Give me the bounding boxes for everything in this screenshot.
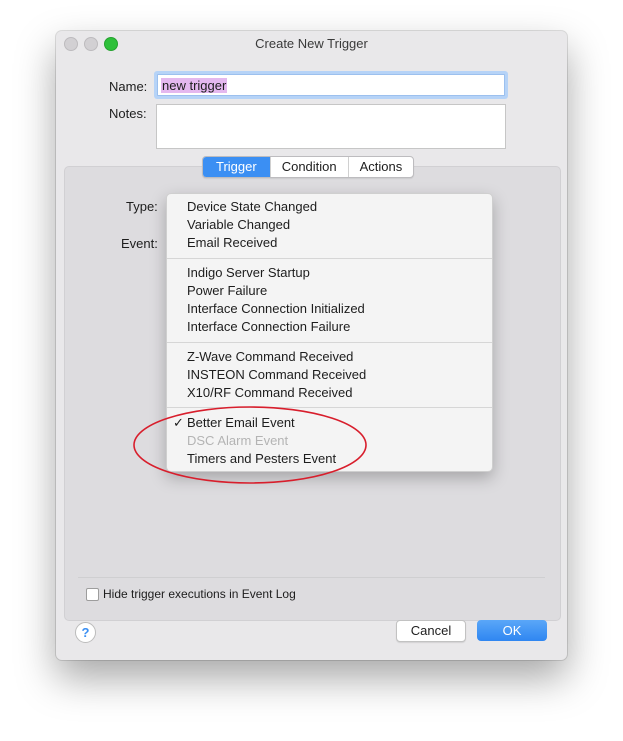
tab-actions[interactable]: Actions (347, 157, 414, 177)
menu-item-zwave-command-received[interactable]: Z-Wave Command Received (187, 349, 353, 364)
menu-item-better-email-event[interactable]: Better Email Event (187, 415, 295, 430)
ok-button[interactable]: OK (477, 620, 547, 641)
tab-condition[interactable]: Condition (269, 157, 348, 177)
menu-item-email-received[interactable]: Email Received (187, 235, 277, 250)
name-input[interactable]: new trigger (157, 74, 505, 96)
menu-item-indigo-server-startup[interactable]: Indigo Server Startup (187, 265, 310, 280)
name-input-value: new trigger (161, 78, 228, 93)
trigger-type-dropdown-menu: Device State Changed Variable Changed Em… (166, 193, 493, 472)
divider (78, 577, 545, 578)
menu-item-interface-connection-failure[interactable]: Interface Connection Failure (187, 319, 350, 334)
checkmark-icon: ✓ (173, 415, 184, 430)
event-label: Event: (121, 236, 158, 251)
tab-bar: Trigger Condition Actions (202, 156, 415, 178)
window-title: Create New Trigger (255, 36, 368, 51)
menu-separator (167, 258, 492, 259)
hide-trigger-checkbox[interactable] (86, 588, 99, 601)
cancel-button[interactable]: Cancel (396, 620, 466, 642)
menu-item-dsc-alarm-event: DSC Alarm Event (187, 433, 289, 448)
menu-item-timers-and-pesters-event[interactable]: Timers and Pesters Event (187, 451, 336, 466)
help-icon[interactable]: ? (75, 622, 96, 643)
title-bar: Create New Trigger (56, 31, 567, 55)
menu-item-interface-connection-initialized[interactable]: Interface Connection Initialized (187, 301, 365, 316)
menu-separator (167, 342, 492, 343)
menu-item-power-failure[interactable]: Power Failure (187, 283, 267, 298)
tab-trigger[interactable]: Trigger (203, 157, 270, 177)
menu-item-variable-changed[interactable]: Variable Changed (187, 217, 290, 232)
menu-item-device-state-changed[interactable]: Device State Changed (187, 199, 317, 214)
type-label: Type: (126, 199, 158, 214)
notes-textarea[interactable] (156, 104, 506, 149)
menu-item-insteon-command-received[interactable]: INSTEON Command Received (187, 367, 366, 382)
menu-separator (167, 407, 492, 408)
notes-label: Notes: (109, 106, 147, 121)
hide-trigger-checkbox-label: Hide trigger executions in Event Log (103, 587, 296, 601)
name-label: Name: (109, 79, 148, 94)
menu-item-x10rf-command-received[interactable]: X10/RF Command Received (187, 385, 352, 400)
